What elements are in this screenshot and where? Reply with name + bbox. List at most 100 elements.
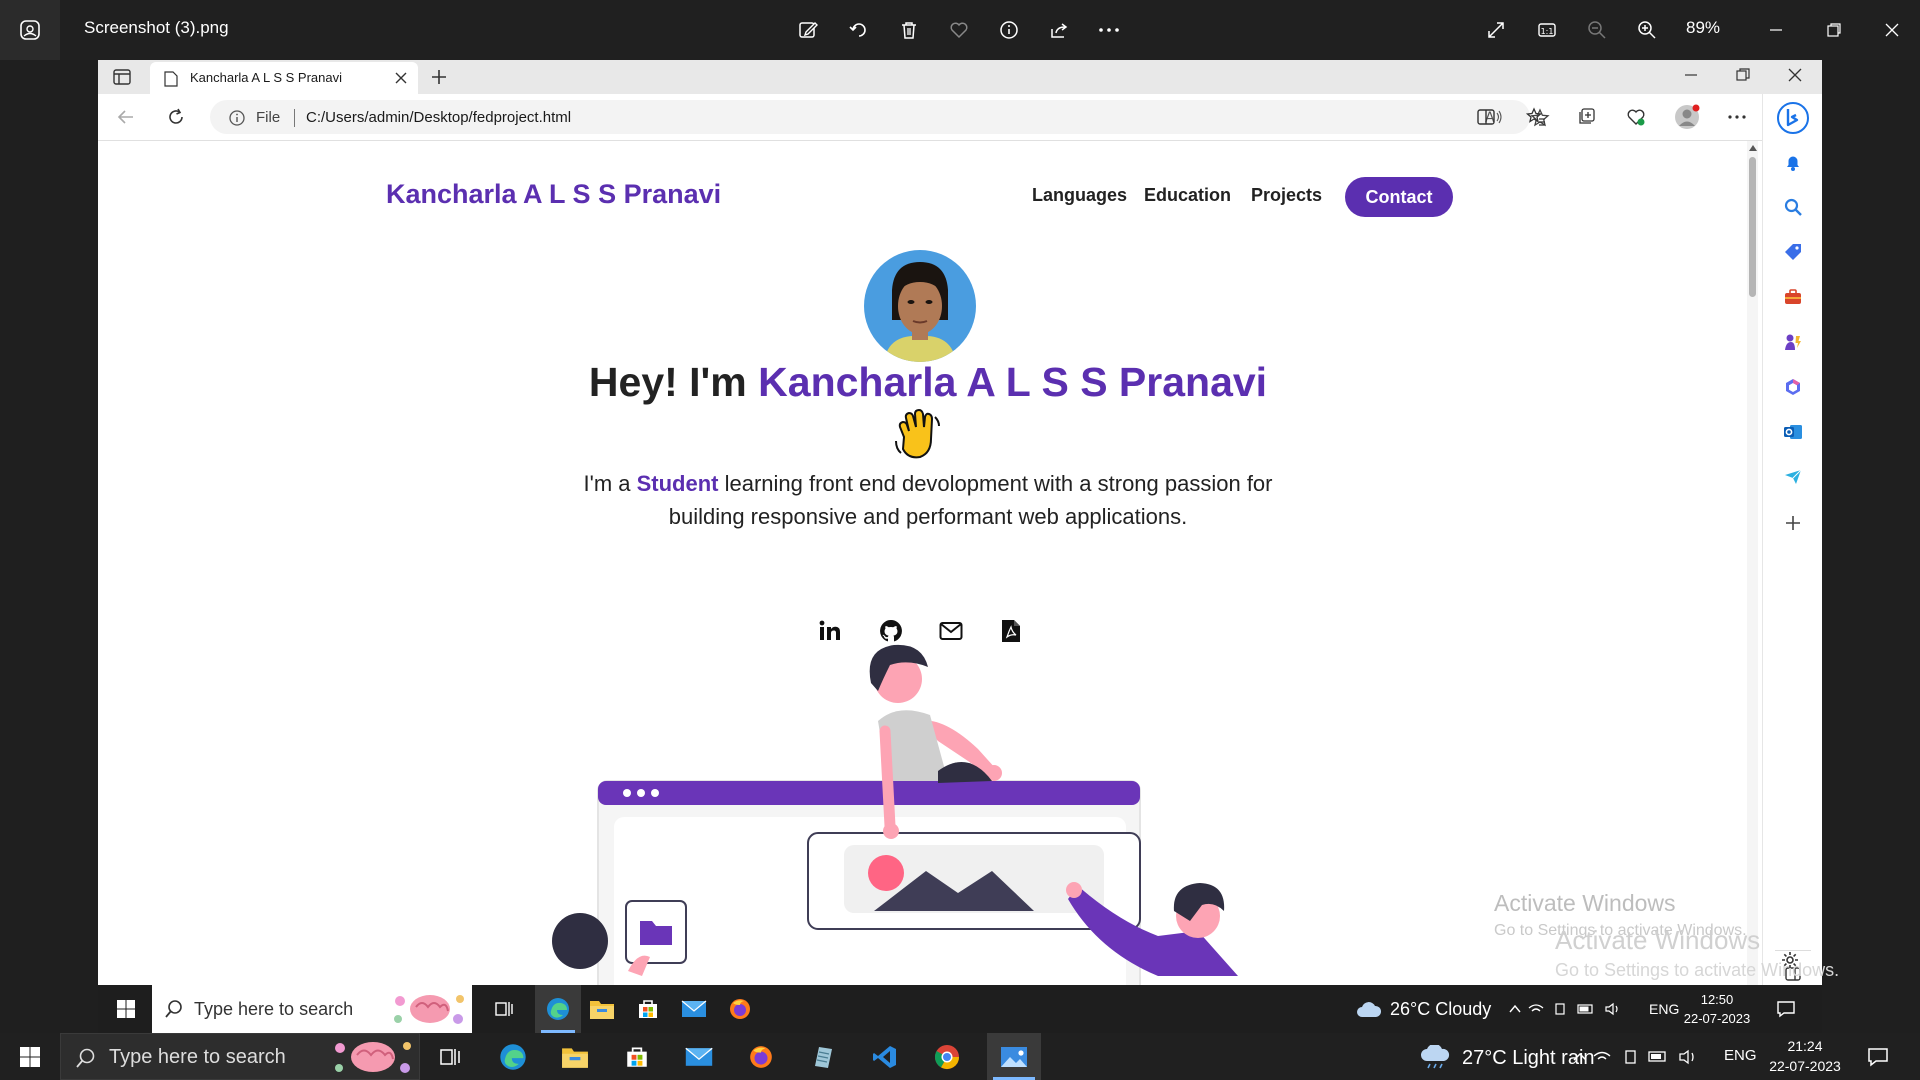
- browser-close-icon[interactable]: [1788, 68, 1802, 82]
- mail-icon[interactable]: [683, 1041, 715, 1073]
- inner-language[interactable]: ENG: [1649, 1001, 1679, 1017]
- inner-search-box[interactable]: Type here to search: [152, 985, 472, 1033]
- chrome-icon[interactable]: [931, 1041, 963, 1073]
- zoom-out-icon[interactable]: [1581, 14, 1613, 46]
- outlook-icon[interactable]: [1780, 419, 1806, 445]
- inner-clock[interactable]: 12:50 22-07-2023: [1680, 990, 1754, 1028]
- bing-copilot-icon[interactable]: [1776, 101, 1810, 135]
- tab-actions-icon[interactable]: [110, 66, 134, 88]
- activate-windows-title: Activate Windows: [1494, 890, 1676, 916]
- inner-mail-icon[interactable]: [678, 993, 710, 1025]
- inner-notification-icon[interactable]: [1770, 993, 1802, 1025]
- store-icon[interactable]: [621, 1041, 653, 1073]
- inner-task-view-icon[interactable]: [488, 993, 520, 1025]
- address-scheme: File: [256, 109, 281, 126]
- rotate-icon[interactable]: [843, 14, 875, 46]
- site-brand[interactable]: Kancharla A L S S Pranavi: [386, 179, 721, 210]
- scroll-thumb[interactable]: [1749, 157, 1756, 297]
- tab-title: Kancharla A L S S Pranavi: [190, 70, 343, 85]
- sidebar-add-icon[interactable]: [1780, 510, 1806, 536]
- browser-essentials-icon[interactable]: [1626, 107, 1646, 127]
- split-screen-icon[interactable]: [1476, 107, 1496, 127]
- search-box[interactable]: Type here to search: [60, 1033, 420, 1080]
- tab-active[interactable]: Kancharla A L S S Pranavi: [150, 62, 418, 94]
- more-icon[interactable]: [1093, 14, 1125, 46]
- inner-tray-icons[interactable]: [1508, 1001, 1638, 1017]
- weather[interactable]: 27°C Light rain: [1420, 1045, 1595, 1070]
- intro-rest: learning front end devolopment with a st…: [668, 471, 1273, 529]
- sidebar-settings-icon[interactable]: [1780, 950, 1800, 970]
- notepad-icon[interactable]: [807, 1041, 839, 1073]
- system-tray-icons[interactable]: [1572, 1048, 1718, 1066]
- site-info-icon[interactable]: [228, 109, 246, 127]
- vscode-icon[interactable]: [869, 1041, 901, 1073]
- zoom-level: 89%: [1686, 18, 1721, 37]
- file-explorer-icon[interactable]: [559, 1041, 591, 1073]
- search-highlight-image: [388, 989, 468, 1029]
- address-url: C:/Users/admin/Desktop/fedproject.html: [306, 109, 572, 126]
- shopping-tag-icon[interactable]: [1780, 239, 1806, 265]
- fullscreen-icon[interactable]: [1480, 14, 1512, 46]
- search-icon: [75, 1047, 97, 1069]
- tab-strip: Kancharla A L S S Pranavi: [98, 60, 1822, 94]
- actual-size-icon[interactable]: 1:1: [1531, 14, 1563, 46]
- scroll-up-icon[interactable]: [1749, 145, 1757, 151]
- nav-projects[interactable]: Projects: [1251, 185, 1322, 206]
- inner-file-explorer-icon[interactable]: [586, 993, 618, 1025]
- nav-education[interactable]: Education: [1144, 185, 1231, 206]
- back-icon[interactable]: [116, 107, 136, 127]
- close-icon[interactable]: [1876, 14, 1908, 46]
- profile-photo: [864, 250, 976, 362]
- browser-restore-icon[interactable]: [1736, 68, 1750, 82]
- page-icon: [164, 71, 178, 87]
- viewer-file-title: Screenshot (3).png: [84, 18, 229, 37]
- favorites-icon[interactable]: [1526, 107, 1546, 127]
- headline-name: Kancharla A L S S Pranavi: [758, 359, 1268, 405]
- intro-prefix: I'm a: [583, 471, 637, 496]
- tools-briefcase-icon[interactable]: [1780, 284, 1806, 310]
- nav-languages[interactable]: Languages: [1032, 185, 1127, 206]
- microsoft-365-icon[interactable]: [1780, 374, 1806, 400]
- hero-illustration: [538, 631, 1438, 985]
- sidebar-search-icon[interactable]: [1780, 194, 1806, 220]
- inner-weather[interactable]: 26°C Cloudy: [1356, 999, 1491, 1020]
- page-scrollbar[interactable]: [1747, 141, 1758, 985]
- photos-app-icon[interactable]: [0, 0, 60, 60]
- inner-weather-text: 26°C Cloudy: [1390, 999, 1492, 1019]
- photos-app-icon-taskbar[interactable]: [987, 1033, 1041, 1080]
- firefox-icon[interactable]: [745, 1041, 777, 1073]
- inner-start-icon[interactable]: [110, 993, 142, 1025]
- settings-more-icon[interactable]: [1726, 107, 1748, 127]
- svg-text:1:1: 1:1: [1541, 27, 1554, 36]
- inner-firefox-icon[interactable]: [724, 993, 756, 1025]
- edge-app-icon[interactable]: [497, 1041, 529, 1073]
- profile-avatar[interactable]: [1674, 104, 1700, 130]
- inner-store-icon[interactable]: [632, 993, 664, 1025]
- new-tab-icon[interactable]: [430, 68, 448, 86]
- start-icon[interactable]: [14, 1041, 46, 1073]
- address-bar[interactable]: File C:/Users/admin/Desktop/fedproject.h…: [210, 100, 1550, 134]
- edit-icon[interactable]: [792, 14, 824, 46]
- refresh-icon[interactable]: [166, 107, 186, 127]
- games-icon[interactable]: [1780, 329, 1806, 355]
- task-view-icon[interactable]: [434, 1041, 466, 1073]
- drop-send-icon[interactable]: [1780, 464, 1806, 490]
- clock[interactable]: 21:24 22-07-2023: [1762, 1036, 1848, 1076]
- hero-headline: Hey! I'm Kancharla A L S S Pranavi: [98, 359, 1758, 406]
- notification-center-icon[interactable]: [1862, 1041, 1894, 1073]
- minimize-icon[interactable]: [1760, 14, 1792, 46]
- tab-close-icon[interactable]: [394, 71, 408, 85]
- maximize-icon[interactable]: [1818, 14, 1850, 46]
- info-icon[interactable]: [993, 14, 1025, 46]
- intro-role: Student: [636, 471, 719, 496]
- notifications-icon[interactable]: [1780, 149, 1806, 175]
- inner-edge-app[interactable]: [535, 985, 581, 1033]
- contact-button[interactable]: Contact: [1345, 177, 1453, 217]
- language[interactable]: ENG: [1724, 1047, 1757, 1064]
- browser-minimize-icon[interactable]: [1684, 68, 1698, 82]
- delete-icon[interactable]: [893, 14, 925, 46]
- favorite-icon[interactable]: [943, 14, 975, 46]
- share-icon[interactable]: [1043, 14, 1075, 46]
- zoom-in-icon[interactable]: [1631, 14, 1663, 46]
- collections-icon[interactable]: [1576, 107, 1596, 127]
